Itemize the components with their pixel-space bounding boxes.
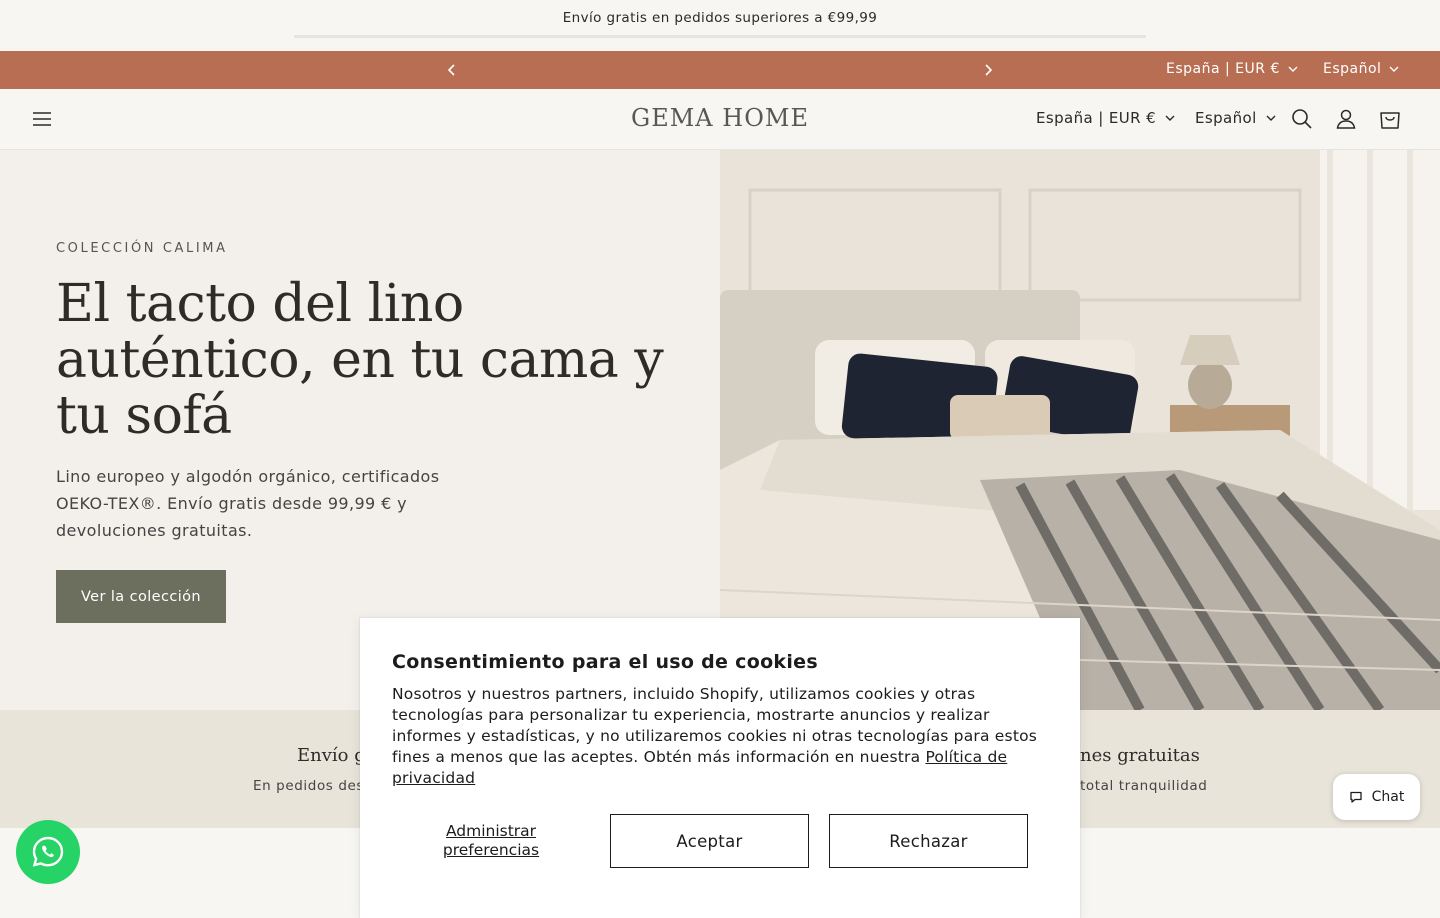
cookie-consent-dialog: Consentimiento para el uso de cookies No… (360, 618, 1080, 918)
search-icon (1292, 109, 1312, 129)
header-country-selector[interactable]: España | EUR € (1036, 109, 1175, 127)
chevron-down-icon (1165, 115, 1175, 121)
chevron-down-icon (1389, 66, 1399, 72)
user-icon (1336, 109, 1356, 129)
next-announcement-button[interactable] (978, 60, 998, 80)
chevron-right-icon (985, 64, 993, 76)
site-logo[interactable]: GEMA HOME (620, 104, 820, 132)
shopping-bag-icon (1380, 112, 1400, 129)
utility-country-selector[interactable]: España | EUR € (1166, 61, 1298, 77)
chat-button[interactable]: Chat (1333, 774, 1420, 820)
utility-country-label: España | EUR € (1166, 61, 1280, 77)
utility-language-selector[interactable]: Español (1323, 61, 1399, 77)
cookie-title: Consentimiento para el uso de cookies (392, 651, 818, 673)
whatsapp-icon (32, 836, 64, 867)
header-language-selector[interactable]: Español (1195, 109, 1276, 127)
manage-preferences-button[interactable]: Administrar preferencias (402, 822, 580, 860)
account-button[interactable] (1332, 105, 1360, 133)
previous-announcement-button[interactable] (442, 60, 462, 80)
chat-bubble-icon (1349, 791, 1362, 803)
feature-returns-title: nes gratuitas (1080, 745, 1200, 766)
accept-cookies-button[interactable]: Aceptar (610, 814, 809, 868)
feature-shipping-subtitle: En pedidos des (253, 778, 365, 794)
chat-label: Chat (1371, 789, 1405, 805)
chevron-left-icon (447, 64, 455, 76)
utility-language-label: Español (1323, 61, 1382, 77)
menu-button[interactable] (28, 105, 56, 133)
announcement-bar: Envío gratis en pedidos superiores a €99… (0, 0, 1440, 51)
reject-cookies-button[interactable]: Rechazar (829, 814, 1028, 868)
search-button[interactable] (1288, 105, 1316, 133)
chevron-down-icon (1288, 66, 1298, 72)
cookie-body: Nosotros y nuestros partners, incluido S… (392, 684, 1052, 789)
hero-title: El tacto del lino auténtico, en tu cama … (56, 274, 664, 446)
utility-bar: España | EUR € Español (0, 51, 1440, 89)
announcement-text: Envío gratis en pedidos superiores a €99… (562, 10, 878, 26)
whatsapp-button[interactable] (16, 820, 80, 884)
hamburger-icon (33, 112, 51, 126)
header-country-label: España | EUR € (1036, 109, 1157, 127)
hero-subtitle: Lino europeo y algodón orgánico, certifi… (56, 467, 440, 540)
view-collection-button[interactable]: Ver la colección (56, 570, 226, 623)
chevron-down-icon (1266, 115, 1276, 121)
hero-eyebrow: COLECCIÓN CALIMA (56, 241, 228, 256)
header-language-label: Español (1195, 109, 1257, 127)
cart-button[interactable] (1376, 105, 1404, 133)
announcement-progress (294, 35, 1146, 38)
site-header: GEMA HOME España | EUR € Español (0, 89, 1440, 150)
feature-returns-subtitle: total tranquilidad (1080, 778, 1208, 794)
